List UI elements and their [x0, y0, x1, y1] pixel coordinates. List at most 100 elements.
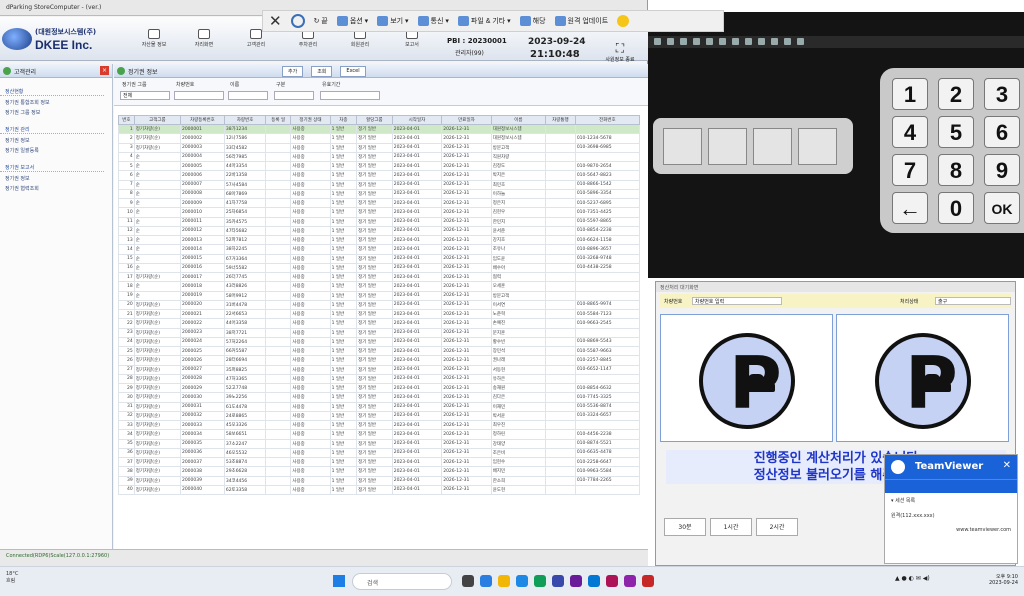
table-row[interactable]: 13 순 2000013 52파7812 사용중 1 일반 정기 일반 2023-04-01 2… — [118, 234, 641, 246]
table-row[interactable]: 33 정기차량(순) 2000033 45모3326 사용중 1 일반 정기 일반 2023-… — [118, 419, 641, 431]
column-header[interactable]: 차량번호 — [223, 115, 267, 125]
system-tray[interactable]: ▲ ● ◐ ✉ ◀) — [895, 575, 930, 582]
ribbon-button-info[interactable]: 자산물 정보 — [134, 29, 174, 48]
teamviewer-session[interactable]: 원격(112.xxx.xxx) — [885, 508, 1017, 523]
key-3[interactable]: 3 — [984, 78, 1020, 110]
table-row[interactable]: 21 정기차량(순) 2000021 22서6653 사용중 1 일반 정기 일반 2023-… — [118, 308, 641, 320]
toolbar-item-update[interactable]: 원격 업데이트 — [554, 16, 608, 27]
table-row[interactable]: 2 정기차량(순) 2000002 12나7586 사용중 1 일반 정기 일반 2023-0… — [118, 133, 641, 144]
sidebar-item-pass-info[interactable]: 정기권 정보 — [0, 137, 112, 144]
start-icon[interactable] — [333, 575, 345, 587]
table-row[interactable]: 6 순 2000006 22바1358 사용중 1 일반 정기 일반 2023-04-01 20… — [118, 170, 641, 181]
strip-icon[interactable] — [797, 38, 804, 45]
strip-icon[interactable] — [745, 38, 752, 45]
key-backspace[interactable]: ← — [892, 192, 928, 224]
strip-icon[interactable] — [719, 38, 726, 45]
toolbar-item-edit[interactable]: 해당 — [519, 16, 546, 27]
key-ok[interactable]: OK — [984, 192, 1020, 224]
table-row[interactable]: 4 순 2000004 56라7985 사용중 1 일반 정기 일반 2023-04-01 20… — [118, 151, 641, 163]
key-1[interactable]: 1 — [892, 78, 928, 110]
app-icon[interactable] — [534, 575, 546, 587]
strip-icon[interactable] — [784, 38, 791, 45]
table-row[interactable]: 31 정기차량(순) 2000031 61도4478 사용중 1 일반 정기 일반 2023-… — [118, 401, 641, 412]
toolbar-item-end[interactable]: ↻ 끝 — [314, 16, 328, 26]
discount-button[interactable]: 30분 — [664, 518, 706, 536]
sidebar-item-integrated[interactable]: 정기권 통합조회 정보 — [0, 99, 112, 106]
table-row[interactable]: 8 순 2000008 68아7869 사용중 1 일반 정기 일반 2023-04-01 20… — [118, 188, 641, 200]
folder-icon[interactable] — [498, 575, 510, 587]
table-row[interactable]: 36 정기차량(순) 2000036 46오5532 사용중 1 일반 정기 일반 2023-… — [118, 447, 641, 459]
table-row[interactable]: 14 순 2000014 38하2245 사용중 1 일반 정기 일반 2023-04-01 2… — [118, 244, 641, 255]
table-row[interactable]: 25 정기차량(순) 2000025 66커5587 사용중 1 일반 정기 일반 2023-… — [118, 345, 641, 357]
column-header[interactable]: 이름 — [490, 115, 547, 125]
table-row[interactable]: 27 정기차량(순) 2000027 35퍼8825 사용중 1 일반 정기 일반 2023-… — [118, 364, 641, 375]
app-icon[interactable] — [642, 575, 654, 587]
strip-icon[interactable] — [771, 38, 778, 45]
mode-select[interactable]: 출구 — [935, 297, 1011, 305]
strip-icon[interactable] — [758, 38, 765, 45]
table-row[interactable]: 37 정기차량(순) 2000037 53조8874 사용중 1 일반 정기 일반 2023-… — [118, 456, 641, 468]
table-row[interactable]: 15 순 2000015 67거3364 사용중 1 일반 정기 일반 2023-04-01 2… — [118, 253, 641, 264]
table-row[interactable]: 10 순 2000010 25차6854 사용중 1 일반 정기 일반 2023-04-01 2… — [118, 207, 641, 218]
key-0[interactable]: 0 — [938, 192, 974, 224]
filter-plate-input[interactable] — [174, 91, 224, 100]
search-button[interactable]: 조회 — [311, 66, 333, 77]
sidebar-item-group[interactable]: 정기권 그룹 정보 — [0, 109, 112, 116]
table-row[interactable]: 30 정기차량(순) 2000030 39노2256 사용중 1 일반 정기 일반 2023-… — [118, 392, 641, 403]
close-icon[interactable]: ✕ — [1003, 460, 1011, 471]
key-7[interactable]: 7 — [892, 154, 928, 186]
table-row[interactable]: 16 순 2000016 59너5582 사용중 1 일반 정기 일반 2023-04-01 2… — [118, 262, 641, 274]
strip-icon[interactable] — [680, 38, 687, 45]
toolbar-item-files[interactable]: 파일 & 기타 ▾ — [457, 16, 511, 27]
app-icon[interactable] — [570, 575, 582, 587]
column-header[interactable]: 만료일자 — [441, 115, 492, 125]
table-row[interactable]: 24 정기차량(순) 2000024 57처2264 사용중 1 일반 정기 일반 2023-… — [118, 336, 641, 348]
table-row[interactable]: 3 정기차량(순) 2000003 33다4582 사용중 1 일반 정기 일반 2023-0… — [118, 142, 641, 153]
table-row[interactable]: 5 순 2000005 44마3354 사용중 1 일반 정기 일반 2023-04-01 20… — [118, 160, 641, 172]
key-5[interactable]: 5 — [938, 116, 974, 148]
refresh-icon[interactable] — [290, 14, 305, 28]
image-panel-right[interactable]: P — [836, 314, 1009, 442]
add-button[interactable]: 추가 — [282, 66, 304, 77]
taskbar-search[interactable]: 검색 — [352, 573, 452, 590]
table-row[interactable]: 18 순 2000018 43러8826 사용중 1 일반 정기 일반 2023-04-01 2… — [118, 281, 641, 292]
table-row[interactable]: 29 정기차량(순) 2000029 52고7748 사용중 1 일반 정기 일반 2023-… — [118, 382, 641, 394]
plate-input[interactable]: 차량번호 입력 — [692, 297, 782, 305]
strip-icon[interactable] — [732, 38, 739, 45]
app-icon[interactable] — [552, 575, 564, 587]
table-row[interactable]: 9 순 2000009 41자7758 사용중 1 일반 정기 일반 2023-04-01 20… — [118, 197, 641, 209]
filter-name-input[interactable] — [228, 91, 268, 100]
table-row[interactable]: 32 정기차량(순) 2000032 24로8865 사용중 1 일반 정기 일반 2023-… — [118, 410, 641, 422]
table-row[interactable]: 28 정기차량(순) 2000028 47허3365 사용중 1 일반 정기 일반 2023-… — [118, 373, 641, 385]
toolbar-item-options[interactable]: 옵션 ▾ — [336, 16, 368, 27]
weather-widget[interactable]: 18°C 흐림 — [6, 571, 18, 584]
ribbon-button-screen[interactable]: 자리화면 — [184, 29, 224, 48]
exit-button[interactable]: ⛶ 사원정보 종료 — [600, 41, 640, 63]
key-9[interactable]: 9 — [984, 154, 1020, 186]
sidebar-item-report-info[interactable]: 정기권 정보 — [0, 175, 112, 182]
teamviewer-session-list[interactable]: ▾ 세션 목록 — [885, 493, 1017, 508]
table-row[interactable]: 7 순 2000007 57사4584 사용중 1 일반 정기 일반 2023-04-01 20… — [118, 179, 641, 190]
table-row[interactable]: 23 정기차량(순) 2000023 38저7721 사용중 1 일반 정기 일반 2023-… — [118, 327, 641, 338]
key-8[interactable]: 8 — [938, 154, 974, 186]
table-row[interactable]: 20 정기차량(순) 2000020 31버4478 사용중 1 일반 정기 일반 2023-… — [118, 299, 641, 311]
strip-icon[interactable] — [667, 38, 674, 45]
column-header[interactable]: 번호 — [118, 115, 135, 125]
table-row[interactable]: 11 순 2000011 35카4575 사용중 1 일반 정기 일반 2023-04-01 2… — [118, 216, 641, 227]
key-2[interactable]: 2 — [938, 78, 974, 110]
column-header[interactable]: 차량통행 — [545, 115, 576, 125]
browser-icon[interactable] — [516, 575, 528, 587]
key-4[interactable]: 4 — [892, 116, 928, 148]
close-session-icon[interactable]: ✕ — [269, 12, 282, 30]
discount-button[interactable]: 1시간 — [710, 518, 752, 536]
sidebar-item-bulk-register[interactable]: 정기권 일괄등록 — [0, 147, 112, 154]
table-row[interactable]: 12 순 2000012 47타5682 사용중 1 일반 정기 일반 2023-04-01 2… — [118, 225, 641, 237]
strip-icon[interactable] — [693, 38, 700, 45]
filter-group-select[interactable]: 전체 — [120, 91, 170, 100]
app-icon[interactable] — [480, 575, 492, 587]
app-icon[interactable] — [624, 575, 636, 587]
app-icon[interactable] — [606, 575, 618, 587]
toolbar-item-communicate[interactable]: 통신 ▾ — [417, 16, 449, 27]
toolbar-item-view[interactable]: 보기 ▾ — [377, 16, 409, 27]
filter-type-select[interactable] — [274, 91, 314, 100]
